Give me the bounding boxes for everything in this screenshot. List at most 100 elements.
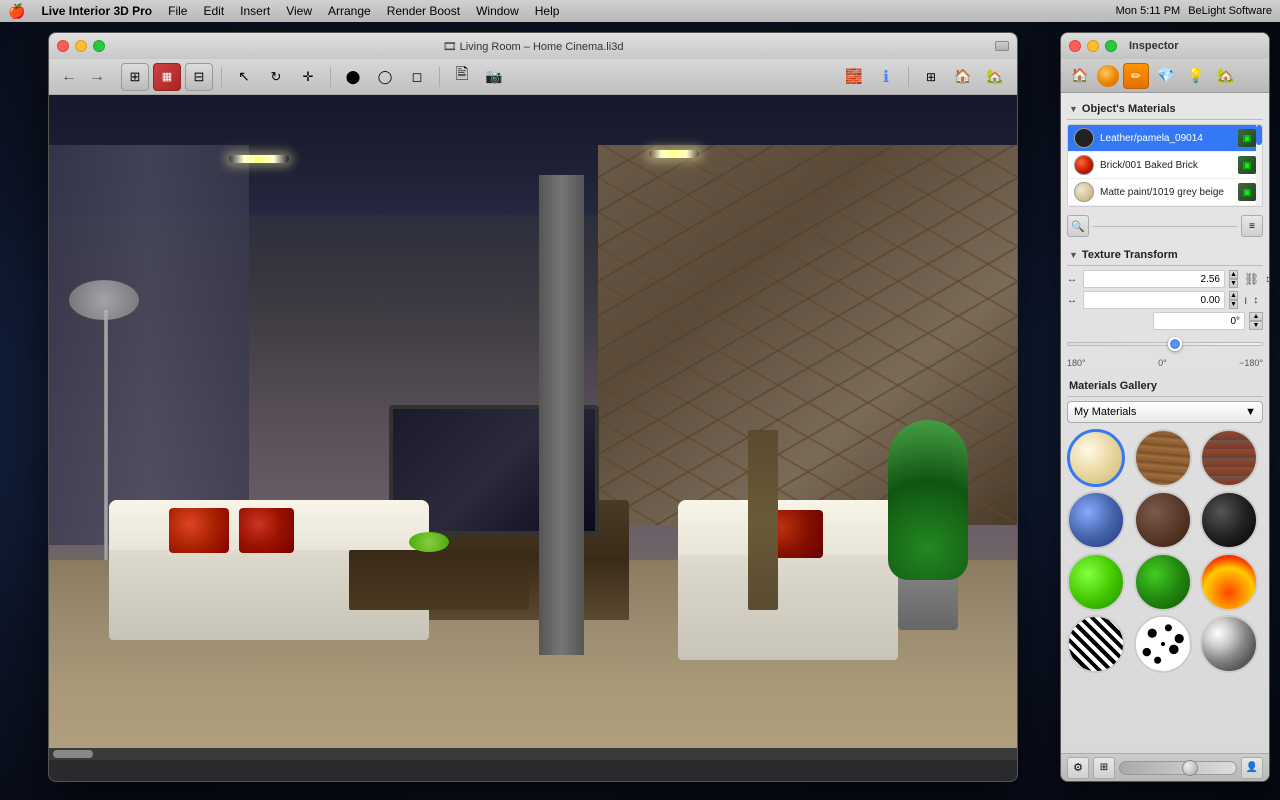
- inspector-minimize[interactable]: [1087, 40, 1099, 52]
- rotation-stepper[interactable]: ▲ ▼: [1249, 312, 1263, 330]
- close-button[interactable]: [57, 40, 69, 52]
- maximize-button[interactable]: [93, 40, 105, 52]
- expand-icon: ⊞: [1100, 762, 1108, 773]
- split-view-btn[interactable]: ⊟: [185, 63, 213, 91]
- material-edit-2[interactable]: ▣: [1238, 183, 1256, 201]
- app-name[interactable]: Live Interior 3D Pro: [41, 4, 152, 18]
- rotation-slider[interactable]: [1067, 334, 1263, 354]
- home-tab-icon: 🏠: [1071, 67, 1088, 84]
- render-ring-btn[interactable]: ◯: [371, 63, 399, 91]
- scrollbar-thumb[interactable]: [53, 750, 93, 758]
- gallery-item-0[interactable]: [1067, 429, 1125, 487]
- offset-y-label: ↕: [1253, 295, 1265, 306]
- view-2d-btn[interactable]: ⊞: [917, 63, 945, 91]
- menu-insert[interactable]: Insert: [240, 4, 270, 18]
- width-stepper[interactable]: ▲ ▼: [1229, 270, 1238, 288]
- size-slider[interactable]: [1119, 761, 1237, 775]
- offset-x-up[interactable]: ▲: [1229, 291, 1238, 300]
- tab-room[interactable]: 🏡: [1213, 63, 1239, 89]
- material-item-1[interactable]: Brick/001 Baked Brick ▣: [1068, 152, 1262, 179]
- tab-object[interactable]: [1097, 65, 1119, 87]
- rotate-btn[interactable]: ↻: [262, 63, 290, 91]
- back-button[interactable]: ←: [57, 68, 81, 86]
- rotation-up[interactable]: ▲: [1249, 312, 1263, 321]
- inspector-maximize[interactable]: [1105, 40, 1117, 52]
- render-cube-btn[interactable]: ◻: [403, 63, 431, 91]
- menu-edit[interactable]: Edit: [203, 4, 224, 18]
- materials-scrollbar[interactable]: [1256, 125, 1262, 206]
- select-btn[interactable]: ↖: [230, 63, 258, 91]
- transform-width-row: ↔ ▲ ▼ ⛓ ↕ ▲ ▼: [1067, 270, 1263, 288]
- width-down[interactable]: ▼: [1229, 279, 1238, 288]
- menu-arrange[interactable]: Arrange: [328, 4, 371, 18]
- tab-light[interactable]: 💡: [1183, 63, 1209, 89]
- rotation-input[interactable]: [1153, 312, 1245, 330]
- width-input[interactable]: [1083, 270, 1225, 288]
- object-btn[interactable]: 🧱: [840, 63, 868, 91]
- gallery-item-3[interactable]: [1067, 491, 1125, 549]
- rotation-thumb[interactable]: [1168, 337, 1182, 351]
- exterior-icon: 🏡: [986, 68, 1003, 85]
- exterior-btn[interactable]: 🏡: [981, 63, 1009, 91]
- search-material-btn[interactable]: 🔍: [1067, 215, 1089, 237]
- material-edit-1[interactable]: ▣: [1238, 156, 1256, 174]
- main-window: 🎞 Living Room – Home Cinema.li3d ← → ⊞ ▦…: [48, 32, 1018, 782]
- bottom-gear-btn[interactable]: ⚙: [1067, 757, 1089, 779]
- gallery-item-10[interactable]: [1134, 615, 1192, 673]
- home-btn[interactable]: 🏠: [949, 63, 977, 91]
- floor-plan-icon: ⊞: [130, 69, 141, 85]
- gallery-item-9[interactable]: [1067, 615, 1125, 673]
- gallery-item-11[interactable]: [1200, 615, 1258, 673]
- tab-texture[interactable]: 💎: [1153, 63, 1179, 89]
- window-controls: [57, 40, 105, 52]
- menu-view[interactable]: View: [286, 4, 312, 18]
- inspector-close[interactable]: [1069, 40, 1081, 52]
- menu-window[interactable]: Window: [476, 4, 519, 18]
- gallery-dropdown[interactable]: My Materials ▼: [1067, 401, 1263, 423]
- offset-x-input[interactable]: [1083, 291, 1225, 309]
- render-sphere-btn[interactable]: ⬤: [339, 63, 367, 91]
- menubar-right: Mon 5:11 PM BeLight Software: [1116, 5, 1272, 17]
- tab-home[interactable]: 🏠: [1067, 63, 1093, 89]
- bottom-expand-btn[interactable]: ⊞: [1093, 757, 1115, 779]
- gallery-item-4[interactable]: [1134, 491, 1192, 549]
- offset-x-down[interactable]: ▼: [1229, 300, 1238, 309]
- forward-button[interactable]: →: [85, 68, 109, 86]
- lamp-shade: [69, 280, 139, 320]
- collapse-button[interactable]: [995, 41, 1009, 51]
- material-edit-0[interactable]: ▣: [1238, 129, 1256, 147]
- offset-x-stepper[interactable]: ▲ ▼: [1229, 291, 1238, 309]
- gallery-item-6[interactable]: [1067, 553, 1125, 611]
- menu-render[interactable]: Render Boost: [387, 4, 460, 18]
- floor-plan-btn[interactable]: ⊞: [121, 63, 149, 91]
- minimize-button[interactable]: [75, 40, 87, 52]
- gallery-item-5[interactable]: [1200, 491, 1258, 549]
- bottom-list-btn[interactable]: 👤: [1241, 757, 1263, 779]
- camera-btn[interactable]: 📷: [480, 63, 508, 91]
- gallery-item-8[interactable]: [1200, 553, 1258, 611]
- material-item-2[interactable]: Matte paint/1019 grey beige ▣: [1068, 179, 1262, 206]
- menu-help[interactable]: Help: [535, 4, 560, 18]
- rotation-mid-label: 0°: [1158, 358, 1167, 368]
- viewport[interactable]: ⋮: [49, 95, 1018, 760]
- rotation-down[interactable]: ▼: [1249, 321, 1263, 330]
- 3d-view-btn[interactable]: ▦: [153, 63, 181, 91]
- tab-material[interactable]: ✏: [1123, 63, 1149, 89]
- viewport-scrollbar[interactable]: [49, 748, 1018, 760]
- camera-icon: 📷: [485, 68, 502, 85]
- gallery-item-2[interactable]: [1200, 429, 1258, 487]
- gallery-item-7[interactable]: [1134, 553, 1192, 611]
- options-btn[interactable]: ≡: [1241, 215, 1263, 237]
- texture-tab-icon: 💎: [1157, 67, 1174, 84]
- material-item-0[interactable]: Leather/pamela_09014 ▣: [1068, 125, 1262, 152]
- nav-buttons: ← →: [57, 68, 109, 86]
- width-up[interactable]: ▲: [1229, 270, 1238, 279]
- move-btn[interactable]: ✛: [294, 63, 322, 91]
- gallery-section: Materials Gallery My Materials ▼: [1067, 376, 1263, 673]
- gallery-title: Materials Gallery: [1069, 380, 1157, 392]
- gallery-item-1[interactable]: [1134, 429, 1192, 487]
- apple-menu[interactable]: 🍎: [8, 3, 25, 20]
- menu-file[interactable]: File: [168, 4, 187, 18]
- info-btn[interactable]: ℹ: [872, 63, 900, 91]
- texture-btn[interactable]: 🖹: [448, 63, 476, 91]
